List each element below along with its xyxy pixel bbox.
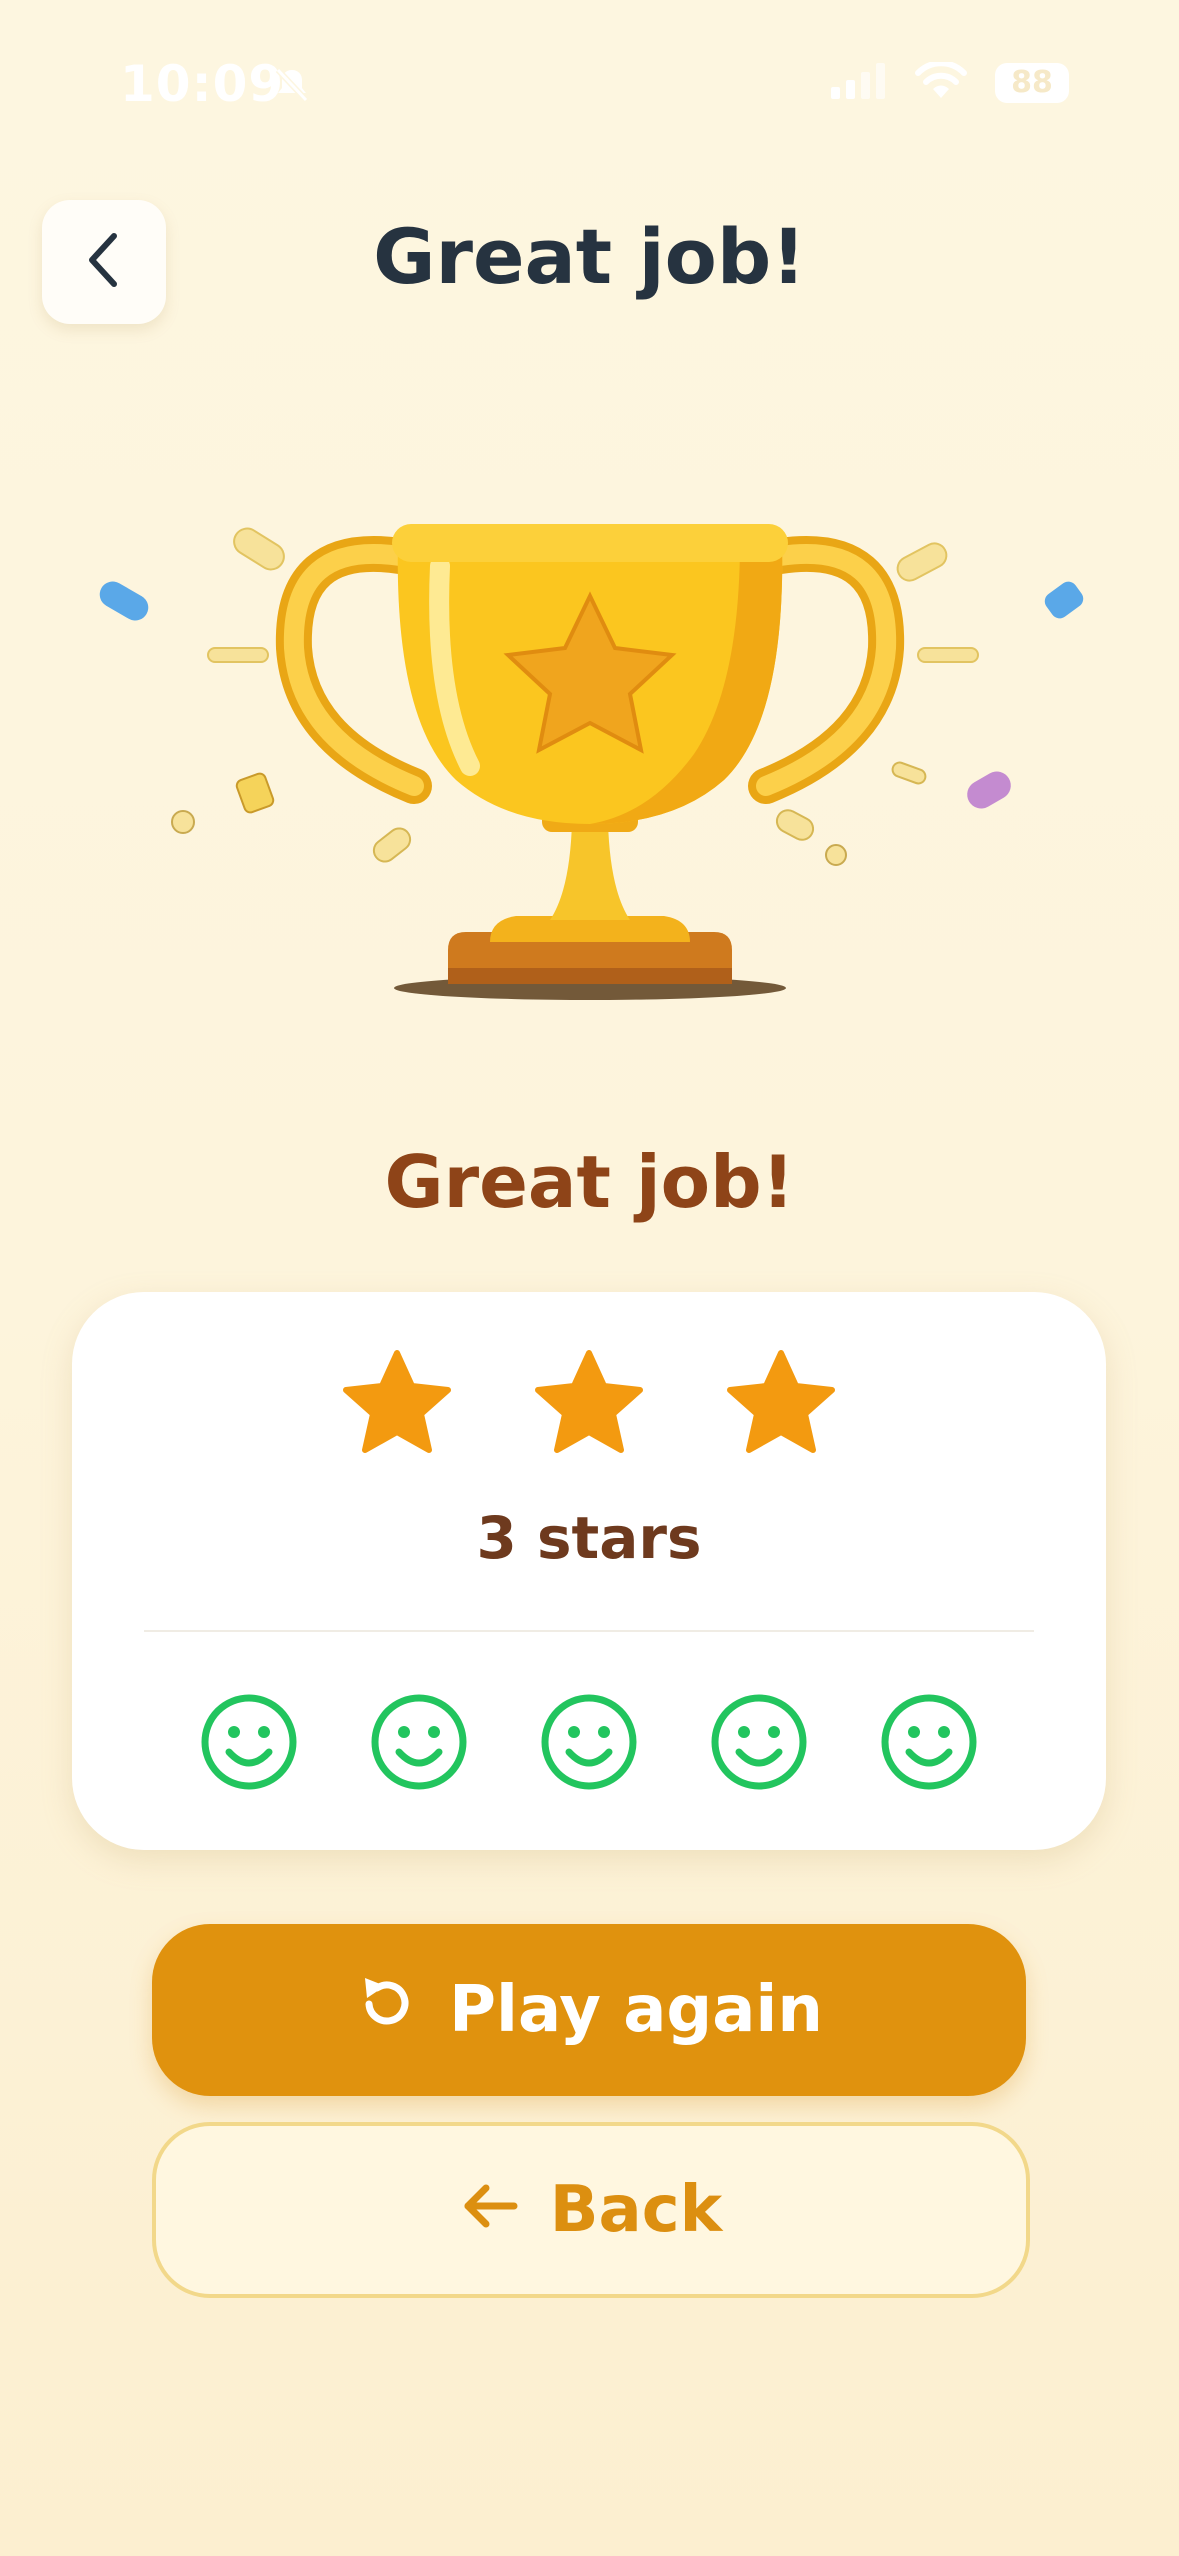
page-title: Great job!	[373, 212, 806, 301]
wifi-icon	[915, 60, 967, 104]
star-rating	[72, 1350, 1106, 1460]
smiley-row	[72, 1692, 1106, 1796]
smiley-face-icon	[709, 1692, 809, 1796]
back-button[interactable]: Back	[152, 2122, 1030, 2298]
status-bar: 10:09 88	[0, 0, 1179, 170]
trophy-illustration	[80, 480, 1100, 1020]
stars-count-label: 3 stars	[476, 1504, 702, 1572]
battery-indicator: 88	[995, 63, 1069, 103]
back-label: Back	[549, 2173, 723, 2247]
smiley-face-icon	[369, 1692, 469, 1796]
mute-icon	[272, 64, 312, 108]
restart-icon	[355, 1970, 419, 2050]
star-icon	[726, 1350, 836, 1460]
results-card: 3 stars	[72, 1292, 1106, 1850]
arrow-left-icon	[460, 2173, 520, 2247]
cellular-signal-icon	[831, 63, 887, 103]
play-again-label: Play again	[449, 1973, 823, 2047]
play-again-button[interactable]: Play again	[152, 1924, 1026, 2096]
result-title: Great job!	[384, 1140, 795, 1224]
smiley-face-icon	[879, 1692, 979, 1796]
smiley-face-icon	[199, 1692, 299, 1796]
divider	[144, 1630, 1034, 1632]
star-icon	[534, 1350, 644, 1460]
star-icon	[342, 1350, 452, 1460]
smiley-face-icon	[539, 1692, 639, 1796]
status-time: 10:09	[120, 55, 285, 113]
